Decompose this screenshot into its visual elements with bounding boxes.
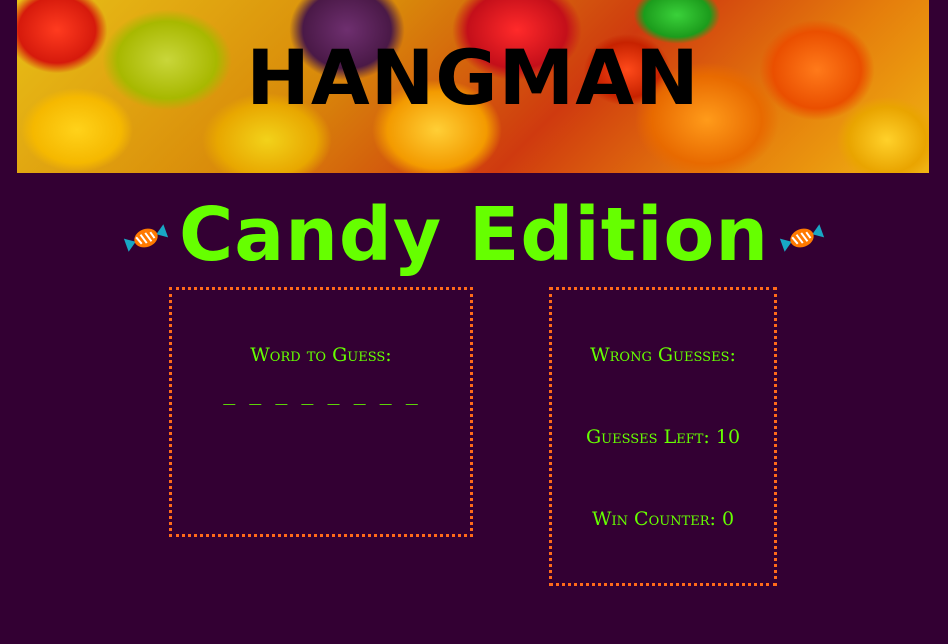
win-counter-text: Win Counter: 0 bbox=[591, 508, 735, 530]
subtitle-row: Candy Edition bbox=[0, 190, 948, 280]
candy-icon bbox=[779, 224, 825, 252]
page: HANGMAN Candy Edition Word to Guess: _ _… bbox=[0, 0, 948, 644]
word-blanks: _ _ _ _ _ _ _ _ bbox=[223, 381, 419, 405]
banner-title: HANGMAN bbox=[246, 33, 700, 122]
candy-icon bbox=[123, 224, 169, 252]
header-banner: HANGMAN bbox=[17, 0, 929, 173]
guesses-left-text: Guesses Left: 10 bbox=[585, 426, 741, 448]
word-panel: Word to Guess: _ _ _ _ _ _ _ _ bbox=[169, 287, 473, 537]
subtitle: Candy Edition bbox=[178, 192, 770, 278]
stats-panel: Wrong Guesses: Guesses Left: 10 Win Coun… bbox=[549, 287, 777, 586]
word-to-guess-label: Word to Guess: bbox=[250, 344, 392, 366]
wrong-guesses-label: Wrong Guesses: bbox=[590, 344, 736, 366]
